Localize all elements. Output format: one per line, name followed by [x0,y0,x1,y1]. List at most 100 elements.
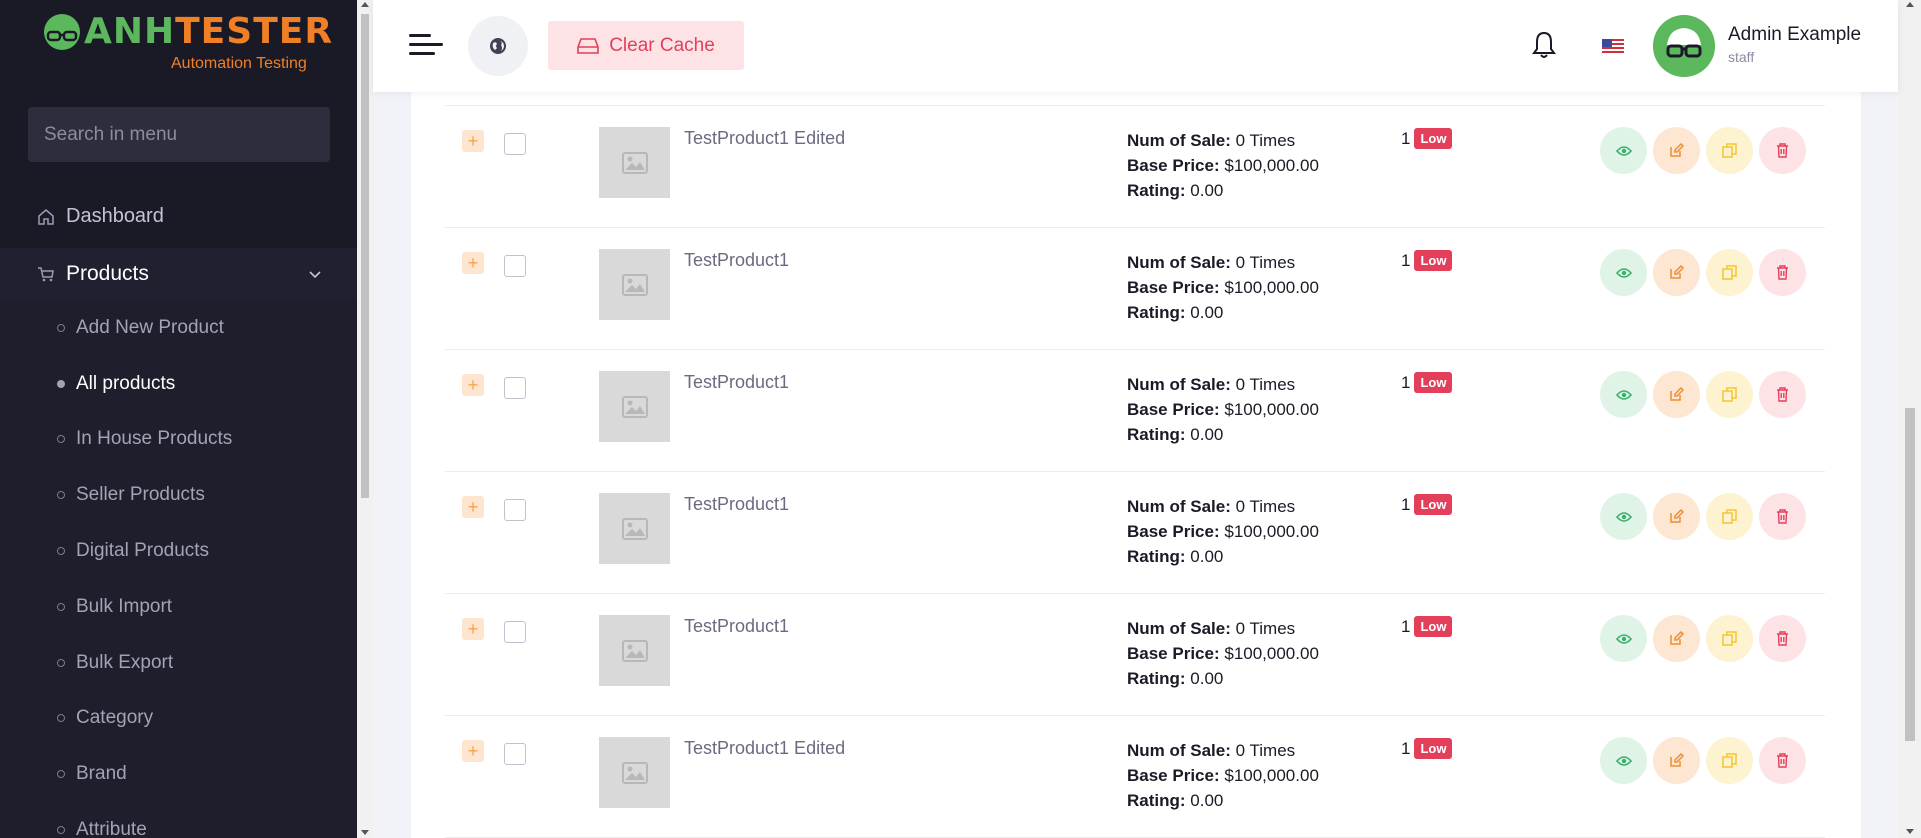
row-select-checkbox[interactable] [504,377,526,399]
stock-qty-value: 1 [1401,616,1411,636]
page-scrollbar[interactable] [1898,0,1921,838]
scroll-up-icon[interactable] [1906,2,1914,7]
rating-label: Rating: [1127,425,1186,444]
base-price-label: Base Price: [1127,400,1220,419]
row-select-checkbox[interactable] [504,499,526,521]
duplicate-button[interactable] [1706,249,1753,296]
status-badge: Low [1414,616,1453,637]
product-thumbnail [599,127,670,198]
delete-button[interactable] [1759,737,1806,784]
delete-button[interactable] [1759,371,1806,418]
status-badge: Low [1414,738,1453,759]
rating-value: 0.00 [1190,425,1224,444]
sidebar-item-brand[interactable]: Brand [0,750,357,798]
edit-button[interactable] [1653,371,1700,418]
sidebar-item-digital-products[interactable]: Digital Products [0,527,357,575]
duplicate-button[interactable] [1706,127,1753,174]
delete-button[interactable] [1759,127,1806,174]
row-select-checkbox[interactable] [504,133,526,155]
sidebar-item-in-house-products[interactable]: In House Products [0,415,357,463]
us-flag-icon[interactable] [1602,39,1624,55]
edit-button[interactable] [1653,615,1700,662]
sidebar-scrollbar[interactable] [357,0,373,838]
view-button[interactable] [1600,615,1647,662]
bullet-icon [57,547,65,555]
bell-icon[interactable] [1531,30,1557,60]
view-button[interactable] [1600,493,1647,540]
product-name[interactable]: TestProduct1 Edited [684,738,845,759]
num-of-sale-value: 0 Times [1235,253,1296,272]
expand-row-button[interactable]: + [462,374,484,396]
edit-button[interactable] [1653,249,1700,296]
stock-quantity: 1 Low [1401,494,1453,515]
menu-toggle-button[interactable] [409,30,445,60]
expand-row-button[interactable]: + [462,740,484,762]
product-name[interactable]: TestProduct1 [684,494,789,515]
topbar: Clear Cache Admin Example staff [373,0,1898,92]
copy-icon [1722,509,1737,524]
sidebar-item-add-new-product[interactable]: Add New Product [0,304,357,352]
num-of-sale-value: 0 Times [1235,131,1296,150]
logo-glasses-icon [44,14,80,50]
bullet-icon [57,659,65,667]
sidebar-item-dashboard[interactable]: Dashboard [0,194,357,239]
duplicate-button[interactable] [1706,371,1753,418]
delete-button[interactable] [1759,249,1806,296]
row-select-checkbox[interactable] [504,743,526,765]
clear-cache-label: Clear Cache [609,34,715,56]
sidebar-scrollbar-thumb[interactable] [361,14,369,498]
delete-button[interactable] [1759,615,1806,662]
row-select-checkbox[interactable] [504,621,526,643]
sidebar-item-attribute[interactable]: Attribute [0,806,357,838]
expand-row-button[interactable]: + [462,130,484,152]
sidebar-item-category[interactable]: Category [0,694,357,742]
rating-value: 0.00 [1190,791,1224,810]
product-name[interactable]: TestProduct1 [684,372,789,393]
duplicate-button[interactable] [1706,737,1753,784]
user-name[interactable]: Admin Example [1728,24,1861,46]
row-select-checkbox[interactable] [504,255,526,277]
page-scrollbar-thumb[interactable] [1905,408,1915,741]
clear-cache-button[interactable]: Clear Cache [548,21,744,70]
edit-button[interactable] [1653,493,1700,540]
view-button[interactable] [1600,737,1647,784]
sidebar-item-all-products[interactable]: All products [0,360,357,408]
scroll-down-icon[interactable] [1906,829,1914,834]
view-website-button[interactable] [468,16,528,76]
rating-label: Rating: [1127,303,1186,322]
product-name[interactable]: TestProduct1 Edited [684,128,845,149]
sidebar-item-bulk-export[interactable]: Bulk Export [0,639,357,687]
product-thumbnail [599,249,670,320]
edit-button[interactable] [1653,127,1700,174]
duplicate-button[interactable] [1706,615,1753,662]
num-of-sale-value: 0 Times [1235,375,1296,394]
rating-label: Rating: [1127,547,1186,566]
view-button[interactable] [1600,127,1647,174]
product-name[interactable]: TestProduct1 [684,250,789,271]
duplicate-button[interactable] [1706,493,1753,540]
edit-button[interactable] [1653,737,1700,784]
sidebar-item-products[interactable]: Products [0,248,357,300]
hamburger-line [409,34,431,37]
view-button[interactable] [1600,371,1647,418]
delete-button[interactable] [1759,493,1806,540]
brand-logo[interactable]: ANH TESTER Automation Testing [42,12,333,82]
sidebar-item-label: Bulk Export [76,652,174,673]
hamburger-line [409,52,435,55]
base-price-value: $100,000.00 [1224,278,1319,297]
menu-search-input[interactable] [44,123,330,146]
scroll-up-icon[interactable] [361,2,369,7]
expand-row-button[interactable]: + [462,618,484,640]
expand-row-button[interactable]: + [462,252,484,274]
table-row: + TestProduct1 Num of Sale: 0 Times Base… [445,472,1825,594]
stock-quantity: 1 Low [1401,128,1453,149]
product-name[interactable]: TestProduct1 [684,616,789,637]
expand-row-button[interactable]: + [462,496,484,518]
table-row: + TestProduct1 Edited Num of Sale: 0 Tim… [445,716,1825,838]
avatar[interactable] [1653,15,1715,77]
view-button[interactable] [1600,249,1647,296]
scroll-down-icon[interactable] [361,830,369,835]
sidebar-item-seller-products[interactable]: Seller Products [0,471,357,519]
sidebar-item-bulk-import[interactable]: Bulk Import [0,583,357,631]
sidebar-item-label: Add New Product [76,317,224,338]
